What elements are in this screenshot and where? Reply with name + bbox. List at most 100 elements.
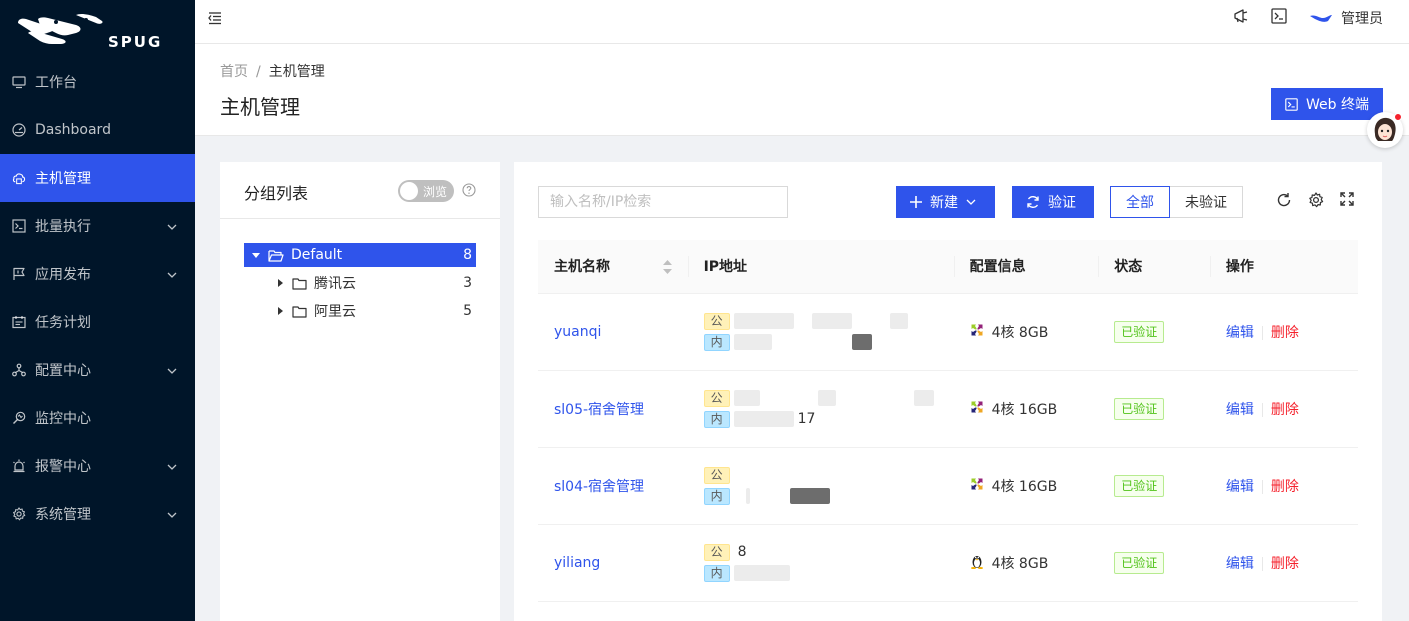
sidebar-item-4[interactable]: 应用发布	[0, 250, 195, 298]
delete-link[interactable]: 删除	[1271, 402, 1299, 418]
sidebar-item-7[interactable]: 监控中心	[0, 394, 195, 442]
top-bar: 管理员	[195, 0, 1409, 44]
config-text: 4核 16GB	[991, 401, 1058, 418]
terminal-icon	[12, 219, 26, 233]
ip-cell: 公8内	[687, 524, 954, 602]
tree-node-aliyun[interactable]: 阿里云 5	[244, 299, 476, 323]
sidebar-item-label: 主机管理	[35, 171, 91, 187]
config-cell: 4核 8GB	[953, 293, 1099, 371]
sync-icon	[1027, 196, 1039, 208]
public-ip-tag: 公	[703, 389, 730, 407]
tree-node-default[interactable]: Default 8	[244, 243, 476, 267]
config-cell: 4核 8GB	[953, 524, 1099, 602]
menu-fold-icon[interactable]	[208, 11, 222, 29]
host-name-cell: yuanqi	[538, 293, 688, 371]
sidebar-item-2[interactable]: 主机管理	[0, 154, 195, 202]
public-ip-text: 8	[737, 544, 747, 560]
masked-ip	[789, 488, 830, 504]
delete-link[interactable]: 删除	[1271, 556, 1299, 572]
flag-icon	[12, 267, 26, 281]
new-host-button[interactable]: 新建	[896, 186, 995, 218]
status-cell: 已验证	[1098, 370, 1210, 448]
sidebar-item-3[interactable]: 批量执行	[0, 202, 195, 250]
host-name-link[interactable]: sl05-宿舍管理	[554, 402, 644, 418]
browse-switch-label: 浏览	[423, 185, 448, 199]
actions-cell: 编辑 删除	[1209, 370, 1358, 448]
chevron-down-icon	[966, 199, 976, 205]
actions-cell: 编辑 删除	[1209, 447, 1358, 525]
sidebar-item-label: 批量执行	[35, 219, 91, 235]
masked-ip	[889, 313, 908, 329]
chevron-down-icon	[167, 508, 177, 524]
page-header: 首页 / 主机管理 主机管理 Web 终端	[195, 44, 1409, 136]
caret-right-icon[interactable]	[268, 279, 292, 287]
edit-link[interactable]: 编辑	[1226, 325, 1254, 341]
host-name-link[interactable]: sl04-宿舍管理	[554, 479, 644, 495]
host-name-cell: sl04-宿舍管理	[538, 447, 688, 525]
edit-link[interactable]: 编辑	[1226, 556, 1254, 572]
filter-all-button[interactable]: 全部	[1110, 186, 1170, 218]
sidebar-item-5[interactable]: 任务计划	[0, 298, 195, 346]
edit-link[interactable]: 编辑	[1226, 402, 1254, 418]
user-menu[interactable]: 管理员	[1309, 8, 1383, 28]
group-list-header: 分组列表 浏览	[220, 162, 500, 219]
user-avatar-icon	[1310, 15, 1332, 22]
fullscreen-icon[interactable]	[1340, 192, 1354, 212]
reload-icon[interactable]	[1276, 192, 1292, 212]
table-row: yiliang 公 8 内 4核 8GB 已验证 编辑 删除	[538, 524, 1358, 602]
masked-ip	[851, 334, 872, 350]
host-name-link[interactable]: yiliang	[554, 555, 600, 571]
caret-right-icon[interactable]	[268, 307, 292, 315]
notification-icon[interactable]	[1233, 8, 1249, 28]
tree-node-tencent[interactable]: 腾讯云 3	[244, 271, 476, 295]
config-text: 4核 16GB	[991, 478, 1058, 495]
delete-link[interactable]: 删除	[1271, 479, 1299, 495]
sidebar-item-8[interactable]: 报警中心	[0, 442, 195, 490]
logo[interactable]: SPUG	[0, 0, 195, 58]
filter-unverified-button[interactable]: 未验证	[1170, 186, 1243, 218]
desktop-icon	[12, 75, 26, 89]
centos-icon	[969, 476, 984, 495]
setting-icon[interactable]	[1308, 192, 1324, 212]
sidebar-item-1[interactable]: Dashboard	[0, 106, 195, 154]
cloud-server-icon	[12, 171, 26, 185]
terminal-icon[interactable]	[1271, 8, 1287, 28]
assistant-avatar[interactable]	[1367, 112, 1403, 148]
sidebar-item-6[interactable]: 配置中心	[0, 346, 195, 394]
sidebar-item-label: 监控中心	[35, 411, 91, 427]
chevron-down-icon	[167, 460, 177, 476]
breadcrumb-home[interactable]: 首页	[220, 64, 248, 80]
ip-cell: 公内	[687, 447, 954, 525]
status-badge: 已验证	[1114, 474, 1165, 497]
masked-ip	[733, 565, 790, 581]
sidebar-nav: 工作台 Dashboard 主机管理批量执行应用发布任务计划配置中心监控中心报警中心…	[0, 58, 195, 538]
column-config: 配置信息	[953, 240, 1099, 294]
sidebar-item-label: 任务计划	[35, 315, 91, 331]
host-name-cell: yiliang	[538, 524, 688, 602]
status-badge: 已验证	[1114, 320, 1165, 343]
topbar-actions: 管理员	[1233, 0, 1383, 36]
verify-button[interactable]: 验证	[1012, 186, 1094, 218]
plus-icon	[910, 196, 922, 208]
masked-ip	[811, 313, 852, 329]
host-name-link[interactable]: yuanqi	[554, 324, 601, 340]
new-host-label: 新建	[930, 195, 958, 211]
search-input[interactable]	[538, 186, 788, 218]
sidebar-item-label: Dashboard	[35, 122, 111, 138]
sidebar-item-label: 应用发布	[35, 267, 91, 283]
actions-cell: 编辑 删除	[1209, 293, 1358, 371]
caret-down-icon[interactable]	[244, 251, 268, 259]
sort-icon[interactable]	[662, 260, 672, 274]
status-badge: 已验证	[1114, 551, 1165, 574]
sidebar-item-0[interactable]: 工作台	[0, 58, 195, 106]
status-badge: 已验证	[1114, 397, 1165, 420]
masked-ip	[733, 313, 794, 329]
delete-link[interactable]: 删除	[1271, 325, 1299, 341]
browse-switch[interactable]: 浏览	[398, 180, 454, 202]
edit-link[interactable]: 编辑	[1226, 479, 1254, 495]
breadcrumb-separator: /	[256, 64, 261, 80]
table-row: sl05-宿舍管理 公内 17 4核 16GB 已验证 编辑 删除	[538, 370, 1358, 448]
sidebar-item-9[interactable]: 系统管理	[0, 490, 195, 538]
question-circle-icon[interactable]	[462, 183, 476, 201]
column-host-name[interactable]: 主机名称	[538, 240, 688, 294]
